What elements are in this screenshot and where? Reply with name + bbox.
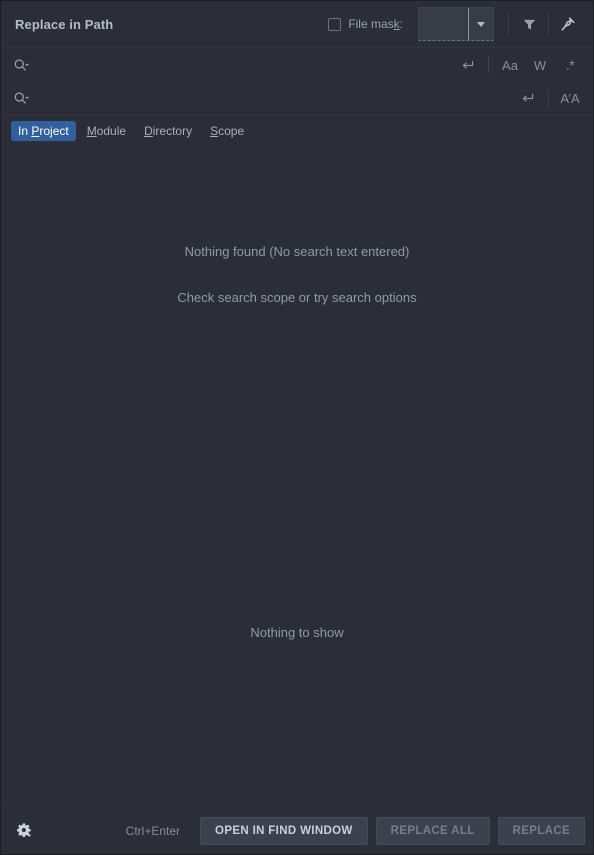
multiline-toggle-replace[interactable] xyxy=(512,87,542,111)
scope-tab-scope-mnemonic: S xyxy=(210,124,219,138)
preview-area: Nothing to show xyxy=(1,494,593,806)
words-toggle[interactable]: W xyxy=(525,53,555,77)
replace-history-icon[interactable] xyxy=(7,85,35,113)
replace-all-button[interactable]: REPLACE ALL xyxy=(375,816,490,845)
results-empty-primary: Nothing found (No search text entered) xyxy=(184,244,410,259)
options-divider-replace xyxy=(548,89,549,108)
scope-tabs: In Project Module Directory Scope xyxy=(1,116,593,146)
file-mask-checkbox[interactable] xyxy=(328,17,342,31)
file-mask-label-post: : xyxy=(399,17,403,31)
dialog-footer: Ctrl+Enter OPEN IN FIND WINDOW REPLACE A… xyxy=(1,806,593,854)
scope-tab-in-project-post: roject xyxy=(39,124,69,138)
chevron-down-icon xyxy=(477,21,485,27)
filter-icon[interactable] xyxy=(514,9,544,39)
replace-in-path-dialog: Replace in Path File mask: Aa W .* A’A I… xyxy=(0,0,594,855)
header-divider xyxy=(508,13,509,35)
header-divider-2 xyxy=(548,13,549,35)
file-mask-input[interactable] xyxy=(419,8,469,40)
preview-empty-message: Nothing to show xyxy=(250,625,344,640)
scope-tab-scope-post: cope xyxy=(218,124,245,138)
open-in-find-window-button[interactable]: OPEN IN FIND WINDOW xyxy=(200,816,368,845)
find-row: Aa W .* xyxy=(1,48,593,82)
options-divider xyxy=(488,56,489,74)
regex-toggle[interactable]: .* xyxy=(555,53,585,77)
scope-tab-scope[interactable]: Scope xyxy=(203,121,251,141)
file-mask-label-pre: File mas xyxy=(348,17,394,31)
replace-input[interactable] xyxy=(35,84,512,113)
pin-icon[interactable] xyxy=(553,9,583,39)
scope-tab-directory-post: irectory xyxy=(152,124,193,138)
search-input[interactable] xyxy=(35,51,452,79)
scope-tab-module[interactable]: Module xyxy=(80,121,133,141)
search-history-icon[interactable] xyxy=(7,51,35,79)
gear-icon[interactable] xyxy=(11,818,37,844)
dialog-header: Replace in Path File mask: xyxy=(1,1,593,48)
scope-tab-directory-mnemonic: D xyxy=(144,124,153,138)
replace-row: A’A xyxy=(1,82,593,116)
replace-button[interactable]: REPLACE xyxy=(497,816,585,845)
preserve-case-toggle[interactable]: A’A xyxy=(555,87,585,111)
scope-tab-in-project[interactable]: In Project xyxy=(11,121,76,141)
scope-tab-module-post: odule xyxy=(96,124,127,138)
shortcut-hint: Ctrl+Enter xyxy=(125,823,181,838)
scope-tab-in-project-pre: In xyxy=(18,124,32,138)
file-mask-label: File mask: xyxy=(348,17,403,31)
file-mask-combobox[interactable] xyxy=(418,7,494,41)
page-title: Replace in Path xyxy=(15,16,114,32)
match-case-toggle[interactable]: Aa xyxy=(495,53,525,77)
scope-tab-module-mnemonic: M xyxy=(86,124,97,138)
scope-tab-directory[interactable]: Directory xyxy=(137,121,199,141)
results-area: Nothing found (No search text entered) C… xyxy=(1,146,593,494)
multiline-toggle[interactable] xyxy=(452,53,482,77)
results-empty-secondary: Check search scope or try search options xyxy=(177,290,417,305)
file-mask-group: File mask: xyxy=(328,7,494,41)
file-mask-dropdown-button[interactable] xyxy=(469,8,493,40)
